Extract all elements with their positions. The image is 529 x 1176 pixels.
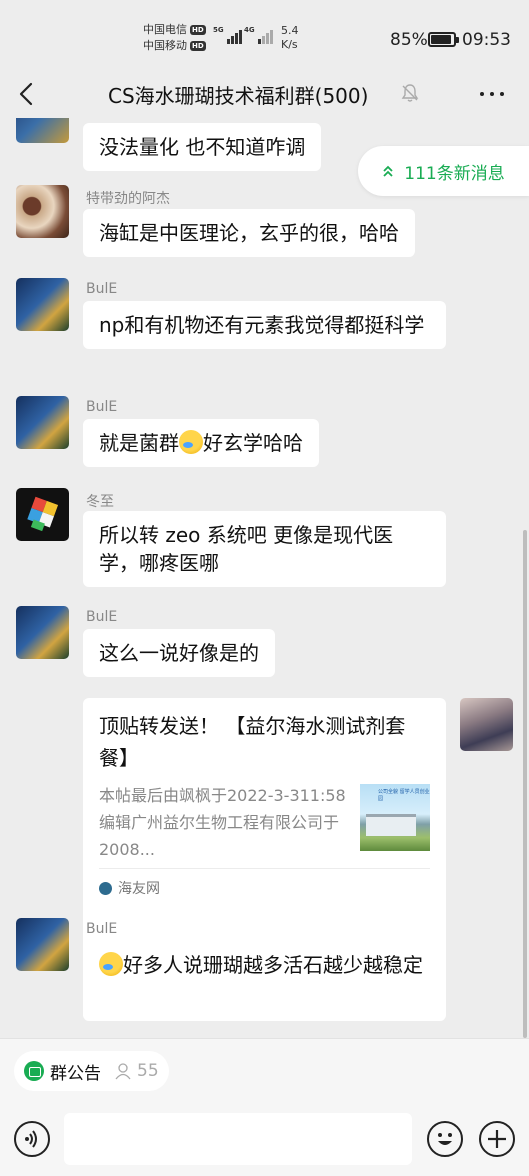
- voice-icon[interactable]: [14, 1121, 50, 1157]
- scrollbar[interactable]: [523, 530, 527, 1038]
- my-avatar[interactable]: [460, 698, 513, 751]
- message-bubble[interactable]: np和有机物还有元素我觉得都挺科学: [83, 301, 446, 349]
- status-bar: 中国电信 HD 中国移动 HD 5G 4G 5.4 K/s 85% 09:53: [0, 0, 529, 78]
- new-messages-label: 111条新消息: [404, 163, 505, 184]
- card-thumbnail: 公司全貌 留学人员创业园: [360, 784, 430, 851]
- message-bubble[interactable]: 好多人说珊瑚越多活石越少越稳定: [83, 941, 446, 989]
- new-messages-button[interactable]: 111条新消息: [358, 146, 529, 196]
- mute-bell-icon: [401, 84, 419, 102]
- emoji-icon[interactable]: [427, 1121, 463, 1157]
- message-input[interactable]: [64, 1113, 412, 1165]
- avatar[interactable]: [16, 606, 69, 659]
- chat-area[interactable]: 没法量化 也不知道咋调 111条新消息 特带劲的阿杰 海缸是中医理论，玄乎的很，…: [0, 118, 529, 1038]
- input-panel: 群公告 55: [0, 1038, 529, 1176]
- avatar[interactable]: [16, 918, 69, 971]
- carrier-1: 中国电信: [143, 23, 187, 36]
- sender-name: BulE: [86, 921, 118, 937]
- group-notice-button[interactable]: 群公告 55: [14, 1051, 169, 1091]
- back-arrow-icon[interactable]: [14, 80, 42, 108]
- clock: 09:53: [462, 30, 511, 50]
- avatar[interactable]: [16, 488, 69, 541]
- chat-title: CS海水珊瑚技术福利群(500): [108, 84, 369, 108]
- member-count: 55: [137, 1061, 159, 1081]
- avatar[interactable]: [16, 185, 69, 238]
- group-notice-label: 群公告: [50, 1063, 101, 1084]
- message-bubble[interactable]: 这么一说好像是的: [83, 629, 275, 677]
- sender-name: 特带劲的阿杰: [86, 191, 170, 207]
- chat-header: CS海水珊瑚技术福利群(500): [0, 70, 529, 118]
- network-speed: 5.4 K/s: [281, 24, 299, 51]
- sender-name: BulE: [86, 609, 118, 625]
- avatar[interactable]: [16, 118, 69, 143]
- laughing-tears-emoji-icon: [99, 952, 123, 976]
- message-bubble[interactable]: 所以转 zeo 系统吧 更像是现代医学，哪疼医哪: [83, 511, 446, 587]
- plus-icon[interactable]: [479, 1121, 515, 1157]
- announcement-icon: [24, 1061, 44, 1081]
- carrier-info: 中国电信 HD 中国移动 HD: [143, 22, 206, 54]
- battery-percent: 85%: [390, 30, 428, 50]
- hd-badge-2: HD: [190, 41, 206, 51]
- card-source: 海友网: [99, 878, 160, 898]
- avatar[interactable]: [16, 396, 69, 449]
- signal-4g-icon: 4G: [244, 26, 273, 44]
- card-description: 本帖最后由飒枫于2022-3-311:58编辑广州益尔生物工程有限公司于2008…: [99, 786, 346, 859]
- carrier-2: 中国移动: [143, 39, 187, 52]
- avatar[interactable]: [16, 278, 69, 331]
- message-bubble[interactable]: 没法量化 也不知道咋调: [83, 123, 322, 171]
- signal-5g-icon: 5G: [213, 26, 242, 44]
- more-dots-icon[interactable]: [476, 82, 508, 106]
- card-title: 顶贴转发送！ 【益尔海水测试剂套餐】: [99, 714, 406, 770]
- message-bubble[interactable]: 就是菌群 好玄学哈哈: [83, 419, 319, 467]
- message-bubble[interactable]: 海缸是中医理论，玄乎的很，哈哈: [83, 209, 415, 257]
- battery-icon: [428, 32, 459, 47]
- sender-name: 冬至: [86, 494, 114, 510]
- double-chevron-up-icon: [383, 165, 393, 177]
- sender-name: BulE: [86, 399, 118, 415]
- source-logo-icon: [99, 881, 112, 895]
- laughing-tears-emoji-icon: [179, 430, 203, 454]
- hd-badge-1: HD: [190, 25, 206, 35]
- card-divider: [99, 868, 430, 869]
- sender-name: BulE: [86, 281, 118, 297]
- member-icon: [115, 1063, 131, 1080]
